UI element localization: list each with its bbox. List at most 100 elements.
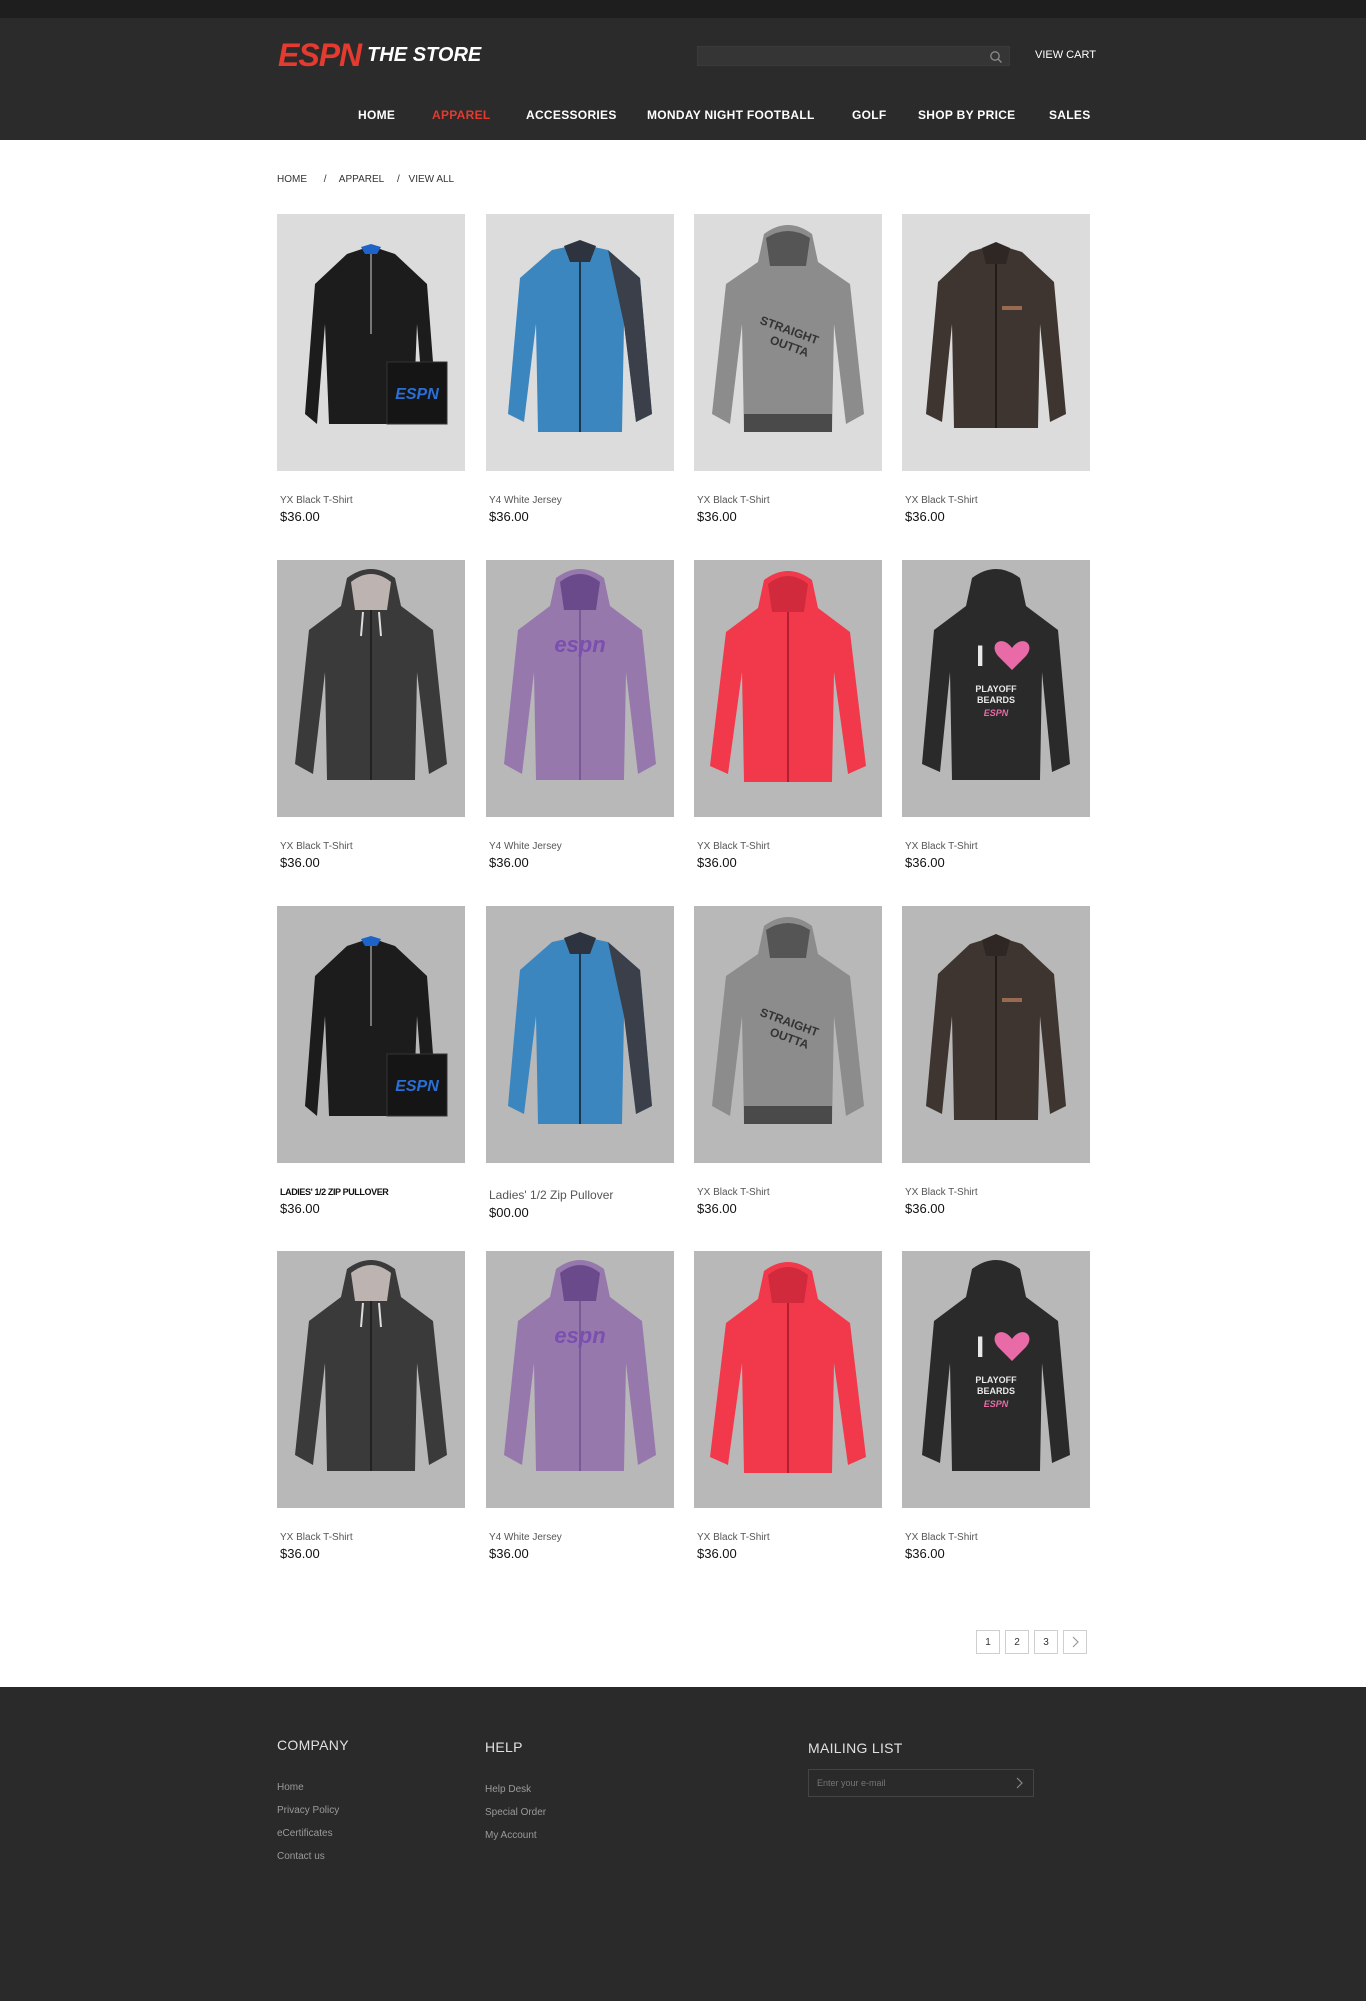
site-header: ESPN THE STORE VIEW CART HOME APPAREL AC… (0, 18, 1366, 140)
product-image[interactable] (694, 560, 882, 817)
product-image[interactable] (486, 906, 674, 1163)
product-card[interactable]: espn Y4 White Jersey $36.00 (486, 1251, 674, 1561)
search-icon[interactable] (989, 50, 1003, 64)
product-image[interactable] (694, 1251, 882, 1508)
email-field[interactable] (809, 1770, 999, 1796)
svg-text:ESPN: ESPN (984, 1399, 1009, 1409)
product-image[interactable]: I PLAYOFF BEARDS ESPN (902, 1251, 1090, 1508)
page-2-button[interactable]: 2 (1005, 1630, 1029, 1654)
product-name[interactable]: YX Black T-Shirt (905, 1187, 978, 1198)
nav-apparel[interactable]: APPAREL (432, 108, 491, 122)
product-price: $00.00 (489, 1205, 529, 1220)
product-price: $36.00 (697, 855, 737, 870)
product-card[interactable]: Y4 White Jersey $36.00 (486, 214, 674, 524)
product-image[interactable]: espn (486, 560, 674, 817)
nav-shop-by-price[interactable]: SHOP BY PRICE (918, 108, 1016, 122)
product-name[interactable]: Ladies' 1/2 Zip Pullover (489, 1188, 613, 1202)
view-cart-link[interactable]: VIEW CART (1035, 49, 1096, 61)
svg-text:PLAYOFF: PLAYOFF (975, 1375, 1017, 1385)
nav-accessories[interactable]: ACCESSORIES (526, 108, 617, 122)
product-image[interactable]: STRAIGHT OUTTA (694, 906, 882, 1163)
product-card[interactable]: ESPN YX Black T-Shirt $36.00 (277, 214, 465, 524)
logo[interactable]: ESPN THE STORE (278, 37, 481, 73)
nav-monday-night-football[interactable]: MONDAY NIGHT FOOTBALL (647, 108, 815, 122)
product-price: $36.00 (697, 509, 737, 524)
footer-link-contact-us[interactable]: Contact us (277, 1851, 325, 1862)
breadcrumb-apparel[interactable]: APPAREL (339, 174, 384, 185)
product-name[interactable]: YX Black T-Shirt (905, 495, 978, 506)
nav-sales[interactable]: SALES (1049, 108, 1091, 122)
product-price: $36.00 (489, 509, 529, 524)
product-name[interactable]: Y4 White Jersey (489, 495, 562, 506)
product-name[interactable]: YX Black T-Shirt (280, 1532, 353, 1543)
product-card[interactable]: YX Black T-Shirt $36.00 (902, 906, 1090, 1216)
svg-text:ESPN: ESPN (395, 386, 439, 403)
product-card[interactable]: STRAIGHT OUTTA YX Black T-Shirt $36.00 (694, 906, 882, 1216)
product-name[interactable]: YX Black T-Shirt (905, 1532, 978, 1543)
product-card[interactable]: YX Black T-Shirt $36.00 (277, 1251, 465, 1561)
page-1-button[interactable]: 1 (976, 1630, 1000, 1654)
svg-text:ESPN: ESPN (984, 708, 1009, 718)
svg-text:espn: espn (554, 632, 605, 657)
footer-link-ecertificates[interactable]: eCertificates (277, 1828, 333, 1839)
footer-link-home[interactable]: Home (277, 1782, 304, 1793)
product-card[interactable]: YX Black T-Shirt $36.00 (694, 1251, 882, 1561)
product-image[interactable] (902, 906, 1090, 1163)
product-card[interactable]: I PLAYOFF BEARDS ESPN YX Black T-Shirt $36.00 (902, 1251, 1090, 1561)
product-image[interactable] (277, 560, 465, 817)
product-image[interactable]: ESPN (277, 214, 465, 471)
product-card[interactable]: STRAIGHT OUTTA YX Black T-Shirt $36.00 (694, 214, 882, 524)
product-price: $36.00 (280, 1546, 320, 1561)
product-image[interactable] (902, 214, 1090, 471)
svg-text:PLAYOFF: PLAYOFF (975, 684, 1017, 694)
product-name[interactable]: YX Black T-Shirt (697, 1187, 770, 1198)
product-image[interactable] (277, 1251, 465, 1508)
nav-golf[interactable]: GOLF (852, 108, 887, 122)
product-price: $36.00 (905, 1546, 945, 1561)
main-nav: HOME APPAREL ACCESSORIES MONDAY NIGHT FO… (0, 108, 1366, 128)
chevron-right-icon[interactable] (1015, 1777, 1025, 1789)
product-image[interactable]: espn (486, 1251, 674, 1508)
product-price: $36.00 (280, 509, 320, 524)
product-price: $36.00 (905, 1201, 945, 1216)
product-image[interactable] (486, 214, 674, 471)
nav-home[interactable]: HOME (358, 108, 395, 122)
product-name[interactable]: YX Black T-Shirt (697, 495, 770, 506)
espn-logo-mark: ESPN (278, 37, 362, 73)
breadcrumb: HOME / APPAREL / VIEW ALL (277, 174, 464, 185)
product-price: $36.00 (280, 855, 320, 870)
breadcrumb-home[interactable]: HOME (277, 174, 307, 185)
top-strip (0, 0, 1366, 18)
product-image[interactable]: I PLAYOFF BEARDS ESPN (902, 560, 1090, 817)
product-name[interactable]: YX Black T-Shirt (697, 841, 770, 852)
page-3-button[interactable]: 3 (1034, 1630, 1058, 1654)
product-image[interactable]: STRAIGHT OUTTA (694, 214, 882, 471)
search-input[interactable] (698, 48, 978, 66)
next-page-button[interactable] (1063, 1630, 1087, 1654)
product-card[interactable]: espn Y4 White Jersey $36.00 (486, 560, 674, 870)
product-card[interactable]: YX Black T-Shirt $36.00 (277, 560, 465, 870)
breadcrumb-separator: / (396, 174, 400, 185)
svg-text:espn: espn (554, 1323, 605, 1348)
product-card[interactable]: I PLAYOFF BEARDS ESPN YX Black T-Shirt $36.00 (902, 560, 1090, 870)
svg-text:ESPN: ESPN (395, 1078, 439, 1095)
footer-link-my-account[interactable]: My Account (485, 1830, 537, 1841)
product-name[interactable]: YX Black T-Shirt (280, 841, 353, 852)
product-card[interactable]: Ladies' 1/2 Zip Pullover $00.00 (486, 906, 674, 1220)
product-card[interactable]: ESPN LADIES' 1/2 ZIP PULLOVER $36.00 (277, 906, 465, 1216)
product-name[interactable]: YX Black T-Shirt (280, 495, 353, 506)
product-name[interactable]: YX Black T-Shirt (905, 841, 978, 852)
product-card[interactable]: YX Black T-Shirt $36.00 (694, 560, 882, 870)
product-name[interactable]: Y4 White Jersey (489, 841, 562, 852)
mailing-list-form (808, 1769, 1034, 1797)
product-name[interactable]: LADIES' 1/2 ZIP PULLOVER (280, 1187, 389, 1197)
product-card[interactable]: YX Black T-Shirt $36.00 (902, 214, 1090, 524)
footer-link-help-desk[interactable]: Help Desk (485, 1784, 531, 1795)
product-name[interactable]: YX Black T-Shirt (697, 1532, 770, 1543)
product-name[interactable]: Y4 White Jersey (489, 1532, 562, 1543)
footer-link-special-order[interactable]: Special Order (485, 1807, 546, 1818)
footer-link-privacy-policy[interactable]: Privacy Policy (277, 1805, 339, 1816)
product-image[interactable]: ESPN (277, 906, 465, 1163)
chevron-right-icon (1072, 1636, 1079, 1648)
svg-text:I: I (976, 1331, 984, 1364)
